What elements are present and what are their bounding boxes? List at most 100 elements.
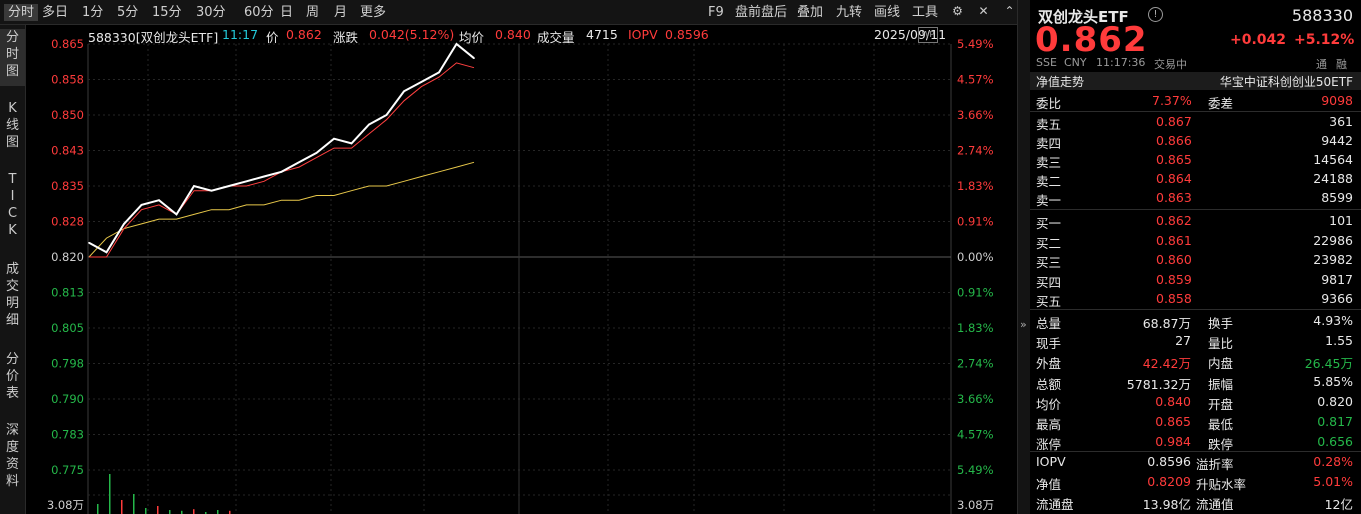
stat-value: 0.656 bbox=[1317, 434, 1353, 450]
bid-price: 0.860 bbox=[1156, 252, 1192, 267]
extra-label: 流通盘 bbox=[1036, 497, 1074, 512]
quote-time: 11:17:36 bbox=[1096, 56, 1146, 69]
view-tab-char: K bbox=[8, 101, 17, 116]
divider-line bbox=[1030, 309, 1361, 310]
stat-value: 0.865 bbox=[1155, 414, 1191, 429]
nav-trend-bar[interactable]: 净值走势 华宝中证科创创业50ETF bbox=[1030, 72, 1361, 90]
stat-label: 内盘 bbox=[1208, 356, 1234, 372]
stat-label: 外盘 bbox=[1036, 356, 1062, 372]
period-tab-2[interactable]: 1分 bbox=[82, 4, 103, 21]
view-tab-0[interactable]: 分时图 bbox=[0, 29, 25, 86]
period-tab-1[interactable]: 多日 bbox=[42, 4, 68, 21]
view-tab-1[interactable]: K线图 bbox=[0, 100, 25, 157]
stats-row: 外盘 42.42万 内盘 26.45万 bbox=[1030, 351, 1361, 371]
ask-level-row: 卖五 0.867 361 bbox=[1030, 112, 1361, 132]
info-icon[interactable]: ! bbox=[1148, 7, 1163, 22]
extra-row: IOPV 0.8596 溢折率 0.28% bbox=[1030, 452, 1361, 472]
view-tab-char: 交 bbox=[5, 279, 19, 294]
stat-label: 总额 bbox=[1036, 376, 1062, 392]
toolbar-item-4[interactable]: 画线 bbox=[874, 4, 900, 21]
extra-label: 流通值 bbox=[1196, 497, 1234, 512]
stat-label: 涨停 bbox=[1036, 437, 1062, 453]
view-tab-char: 资 bbox=[5, 457, 19, 472]
price-point bbox=[298, 161, 300, 164]
period-tab-6[interactable]: 60分 bbox=[244, 4, 274, 21]
price-tick-label: 0.790 bbox=[51, 392, 84, 406]
price-point bbox=[123, 223, 125, 225]
period-tab-4[interactable]: 15分 bbox=[152, 4, 182, 21]
pct-tick-label: 3.66% bbox=[957, 392, 994, 406]
extra-value: 5.01% bbox=[1313, 474, 1353, 489]
settings-gear-icon[interactable]: ⚙ bbox=[950, 4, 965, 19]
period-tab-9[interactable]: 月 bbox=[334, 4, 347, 21]
last-price: 0.862 bbox=[1035, 20, 1148, 60]
period-tab-8[interactable]: 周 bbox=[306, 4, 319, 21]
price-point bbox=[473, 57, 475, 59]
price-point bbox=[455, 43, 458, 45]
ask-price: 0.867 bbox=[1156, 114, 1192, 129]
view-tab-3[interactable]: 成交明细 bbox=[0, 261, 25, 337]
chart-canvas: 0.865 5.49% 0.858 4.57% 0.850 3.66% 0.843 2.74%… bbox=[47, 37, 994, 514]
intraday-chart[interactable]: 588330[双创龙头ETF] 11:17 价 0.862 涨跌 0.042(5… bbox=[26, 25, 1026, 514]
pct-tick-label: 1.83% bbox=[957, 179, 994, 193]
price-tick-label: 0.828 bbox=[51, 215, 84, 229]
pct-tick-label: 1.83% bbox=[957, 321, 994, 335]
period-tab-3[interactable]: 5分 bbox=[117, 4, 138, 21]
bid-volume: 9366 bbox=[1321, 291, 1353, 306]
toolbar-item-3[interactable]: 九转 bbox=[836, 4, 862, 21]
stat-value: 5.85% bbox=[1313, 373, 1353, 389]
bid-level-row: 买三 0.860 23982 bbox=[1030, 250, 1361, 270]
close-icon[interactable]: ✕ bbox=[976, 4, 991, 19]
expand-chevron-icon[interactable]: » bbox=[1020, 318, 1027, 331]
panel-divider[interactable]: » bbox=[1017, 0, 1031, 514]
bid-volume: 23982 bbox=[1313, 252, 1353, 267]
price-point bbox=[403, 90, 405, 93]
extra-value: 0.8596 bbox=[1147, 454, 1191, 469]
volume-bar bbox=[133, 494, 135, 514]
view-tab-char: T bbox=[8, 172, 17, 187]
toolbar-item-0[interactable]: F9 bbox=[708, 4, 724, 21]
left-view-tabs: 分时图 K线图 TICK 成交明细分价表深度资料 bbox=[0, 25, 26, 514]
stat-value: 5781.32万 bbox=[1126, 376, 1191, 392]
ask-price: 0.865 bbox=[1156, 152, 1192, 167]
bid-price: 0.859 bbox=[1156, 271, 1192, 287]
view-tab-5[interactable]: 深度资料 bbox=[0, 422, 25, 498]
pct-tick-label: 2.74% bbox=[957, 357, 994, 371]
view-tab-char: 细 bbox=[5, 313, 19, 328]
extra-row: 流通盘 13.98亿 流通值 12亿 bbox=[1030, 492, 1361, 512]
price-point bbox=[140, 204, 143, 206]
toolbar-item-1[interactable]: 盘前盘后 bbox=[735, 4, 787, 21]
view-tab-char: 图 bbox=[5, 135, 19, 150]
view-tab-char: 表 bbox=[5, 386, 19, 401]
price-point bbox=[315, 152, 318, 154]
price-tick-label: 0.775 bbox=[51, 463, 84, 477]
price-point bbox=[105, 251, 108, 254]
stat-label: 量比 bbox=[1208, 336, 1234, 352]
view-tab-2[interactable]: TICK bbox=[0, 171, 25, 247]
period-tab-10[interactable]: 更多 bbox=[360, 4, 386, 21]
price-tick-label: 0.820 bbox=[51, 250, 84, 264]
view-tab-4[interactable]: 分价表 bbox=[0, 351, 25, 408]
view-tab-char: 分 bbox=[5, 352, 19, 367]
view-tab-char: 线 bbox=[5, 118, 19, 133]
chevron-up-icon[interactable]: ⌃ bbox=[1002, 4, 1017, 19]
stat-label: 总量 bbox=[1036, 316, 1062, 331]
price-point bbox=[333, 137, 335, 140]
ask-volume: 8599 bbox=[1321, 190, 1353, 205]
toolbar-item-5[interactable]: 工具 bbox=[912, 4, 938, 21]
pct-tick-label: 0.91% bbox=[957, 286, 994, 300]
stat-value: 1.55 bbox=[1325, 333, 1353, 349]
period-tab-5[interactable]: 30分 bbox=[196, 4, 226, 21]
period-tab-0[interactable]: 分时 bbox=[4, 4, 39, 21]
period-tab-7[interactable]: 日 bbox=[280, 4, 293, 21]
toolbar-item-2[interactable]: 叠加 bbox=[797, 4, 823, 21]
price-point bbox=[158, 199, 160, 201]
stat-label: 振幅 bbox=[1208, 376, 1234, 392]
bid-label: 买三 bbox=[1036, 255, 1062, 270]
bid-label: 买二 bbox=[1036, 235, 1062, 251]
index-name: 华宝中证科创创业50ETF bbox=[1219, 75, 1353, 89]
bid-level-row: 买一 0.862 101 bbox=[1030, 211, 1361, 231]
ask-price: 0.866 bbox=[1156, 133, 1192, 148]
weicha-label: 委差 bbox=[1208, 96, 1234, 111]
stat-value: 42.42万 bbox=[1142, 356, 1191, 372]
